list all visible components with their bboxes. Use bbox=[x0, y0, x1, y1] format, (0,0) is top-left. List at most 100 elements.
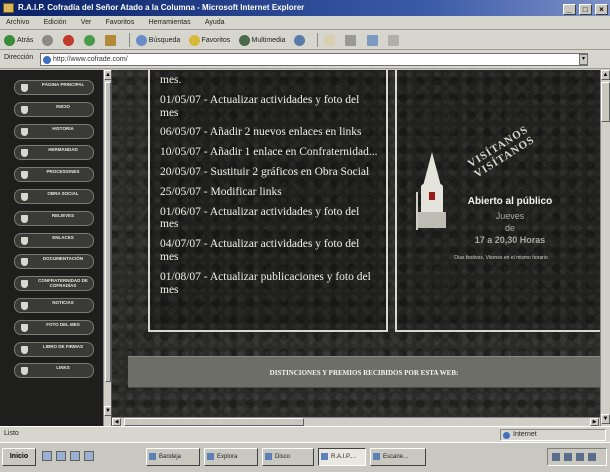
search-button[interactable]: Búsqueda bbox=[135, 30, 180, 49]
news-fragment: mes. bbox=[160, 74, 182, 86]
tray-messenger-icon[interactable] bbox=[588, 453, 596, 461]
sidebar-item-label: Libro de firmas bbox=[43, 343, 83, 349]
tray-volume-icon[interactable] bbox=[564, 453, 572, 461]
horizontal-scrollbar[interactable]: ◀ ▶ bbox=[112, 417, 600, 426]
scroll-left-button[interactable]: ◀ bbox=[112, 418, 121, 426]
quicklaunch-media-icon[interactable] bbox=[84, 451, 94, 461]
page-scroll-up-button[interactable]: ▲ bbox=[601, 70, 610, 80]
sidebar-item[interactable]: Hermandad bbox=[14, 145, 94, 161]
news-entry: 01/06/07 - Actualizar actividades y foto… bbox=[160, 205, 360, 231]
zone-label: Internet bbox=[513, 431, 537, 438]
menu-edicion[interactable]: Edición bbox=[38, 16, 73, 30]
sidebar-item-label: Hermandad bbox=[48, 147, 78, 153]
news-panel: mes. 01/05/07 - Actualizar actividades y… bbox=[148, 70, 388, 332]
shield-icon bbox=[21, 236, 28, 245]
news-entry: 04/07/07 - Actualizar actividades y foto… bbox=[160, 238, 360, 263]
sidebar-item[interactable]: Libro de firmas bbox=[14, 341, 94, 357]
taskbar-task-button[interactable]: Bandeja bbox=[146, 448, 200, 466]
quicklaunch-desktop-icon[interactable] bbox=[56, 451, 66, 461]
close-button[interactable]: × bbox=[595, 4, 608, 15]
menu-bar: Archivo Edición Ver Favoritos Herramient… bbox=[0, 16, 610, 30]
sidebar-scroll-thumb[interactable] bbox=[105, 82, 111, 382]
forward-button[interactable] bbox=[41, 30, 55, 49]
page-vertical-scrollbar[interactable]: ▲ ▼ bbox=[600, 70, 610, 426]
menu-ayuda[interactable]: Ayuda bbox=[199, 16, 231, 30]
task-label: Explora bbox=[217, 454, 238, 460]
discuss-button[interactable] bbox=[387, 30, 401, 49]
sidebar-item[interactable]: Enlaces bbox=[14, 232, 94, 248]
task-window-icon bbox=[265, 453, 272, 460]
news-entry: 25/05/07 - Modificar links bbox=[160, 185, 282, 198]
home-icon bbox=[105, 34, 117, 46]
menu-herramientas[interactable]: Herramientas bbox=[143, 16, 197, 30]
task-label: Disco bbox=[275, 454, 291, 460]
sidebar-item-label: Procesiones bbox=[46, 169, 80, 175]
sidebar-item-label: Links bbox=[56, 365, 70, 371]
task-window-icon bbox=[321, 453, 328, 460]
scroll-right-button[interactable]: ▶ bbox=[590, 418, 599, 426]
address-input[interactable]: http://www.cofrade.com/ bbox=[40, 53, 588, 66]
favorites-button[interactable]: Favoritos bbox=[188, 30, 231, 49]
favorites-label: Favoritos bbox=[201, 36, 231, 44]
tray-antivirus-icon[interactable] bbox=[576, 453, 584, 461]
shield-icon bbox=[21, 193, 28, 201]
sidebar-item[interactable]: Procesiones bbox=[14, 167, 94, 183]
sidebar-item[interactable]: Noticias bbox=[14, 298, 94, 313]
multimedia-label: Multimedia bbox=[251, 36, 286, 44]
refresh-icon bbox=[84, 34, 96, 46]
edit-icon bbox=[366, 34, 378, 46]
sidebar-item[interactable]: Foto del mes bbox=[14, 319, 94, 335]
security-zone: Internet bbox=[500, 429, 606, 441]
sidebar-item[interactable]: Documentación bbox=[14, 254, 94, 270]
menu-favoritos[interactable]: Favoritos bbox=[100, 16, 141, 30]
status-text: Listo bbox=[4, 430, 19, 437]
quicklaunch-outlook-icon[interactable] bbox=[70, 451, 80, 461]
news-list: 01/05/07 - Actualizar actividades y foto… bbox=[160, 94, 378, 297]
news-entry: 20/05/07 - Sustituir 2 gráficos en Obra … bbox=[160, 165, 370, 178]
menu-ver[interactable]: Ver bbox=[75, 16, 98, 30]
sidebar-item-label: Foto del mes bbox=[46, 321, 80, 327]
sidebar-item[interactable]: Inicio bbox=[14, 101, 94, 117]
taskbar-task-button[interactable]: R.A.I.P.... bbox=[318, 448, 366, 466]
taskbar-task-button[interactable]: Escane... bbox=[370, 448, 426, 466]
quicklaunch-ie-icon[interactable] bbox=[42, 451, 52, 461]
minimize-button[interactable]: _ bbox=[562, 4, 576, 15]
shield-icon bbox=[21, 214, 28, 223]
stop-button[interactable] bbox=[62, 30, 76, 49]
status-bar: Listo Internet bbox=[0, 426, 610, 442]
refresh-button[interactable] bbox=[84, 30, 97, 49]
maximize-button[interactable]: □ bbox=[578, 4, 592, 15]
shield-icon bbox=[21, 149, 28, 158]
sidebar-scroll-up-button[interactable]: ▲ bbox=[104, 70, 111, 80]
search-icon bbox=[135, 34, 147, 46]
sidebar-scroll-down-button[interactable]: ▼ bbox=[104, 406, 111, 416]
taskbar-task-button[interactable]: Explora bbox=[204, 448, 258, 466]
mail-button[interactable] bbox=[324, 30, 337, 49]
history-icon bbox=[293, 34, 305, 46]
sidebar-item-label: Enlaces bbox=[52, 234, 74, 240]
sidebar-item-label: Página principal bbox=[41, 82, 85, 87]
sidebar-item[interactable]: Página principal bbox=[14, 80, 94, 95]
history-button[interactable] bbox=[293, 30, 307, 49]
sidebar-item[interactable]: Confraternidad de cofradías bbox=[14, 276, 94, 292]
address-dropdown-button[interactable]: ▾ bbox=[579, 54, 588, 65]
multimedia-button[interactable]: Multimedia bbox=[238, 30, 286, 49]
sidebar-item[interactable]: Obra social bbox=[14, 189, 94, 204]
horizontal-scroll-thumb[interactable] bbox=[124, 418, 304, 426]
sidebar-item[interactable]: Relieves bbox=[14, 210, 94, 226]
sidebar-item[interactable]: Historia bbox=[14, 123, 94, 139]
sidebar-scrollbar[interactable]: ▲ ▼ bbox=[103, 70, 111, 426]
windows-taskbar: Inicio Bandeja Explora Disco R.A.I.P.... Esc… bbox=[0, 442, 610, 472]
edit-button[interactable] bbox=[366, 30, 380, 49]
back-button[interactable]: Atrás bbox=[4, 30, 33, 49]
tray-network-icon[interactable] bbox=[552, 453, 560, 461]
taskbar-task-button[interactable]: Disco bbox=[262, 448, 314, 466]
favorites-star-icon bbox=[188, 34, 200, 46]
start-button[interactable]: Inicio bbox=[2, 448, 36, 466]
menu-archivo[interactable]: Archivo bbox=[0, 16, 35, 30]
home-button[interactable] bbox=[105, 30, 118, 49]
print-button[interactable] bbox=[345, 30, 358, 49]
page-scroll-thumb[interactable] bbox=[601, 82, 610, 122]
page-scroll-down-button[interactable]: ▼ bbox=[601, 414, 610, 424]
sidebar-item[interactable]: Links bbox=[14, 363, 94, 379]
